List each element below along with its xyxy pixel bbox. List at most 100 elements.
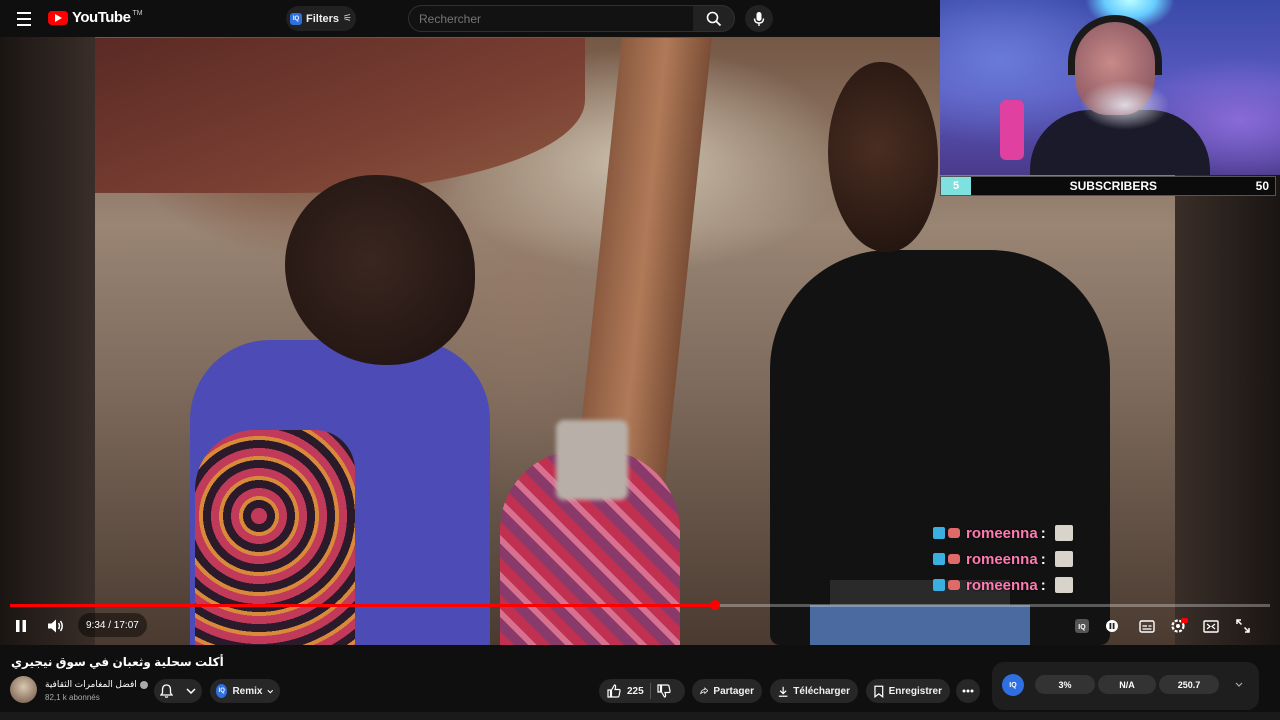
- chat-separator: :: [1040, 550, 1046, 568]
- subtitles-icon: [1139, 619, 1155, 633]
- stat-value: 250.7: [1159, 675, 1219, 694]
- like-dislike-group: 225: [599, 679, 685, 703]
- video-man-sleeve: [195, 430, 355, 645]
- chevron-down-icon: [267, 689, 274, 693]
- search-button[interactable]: [693, 5, 735, 32]
- like-count[interactable]: 225: [627, 686, 644, 697]
- webcam-vapor: [1080, 80, 1170, 130]
- chat-separator: :: [1040, 524, 1046, 542]
- iq-stats-panel: IQ 3% N/A 250.7: [992, 662, 1259, 710]
- video-jeans: [810, 605, 1030, 645]
- emote-badge-icon: [948, 580, 960, 590]
- video-woman-head: [828, 62, 938, 252]
- remix-button[interactable]: IQ Remix: [210, 679, 280, 703]
- filters-label: Filters: [306, 12, 340, 25]
- chat-emote-icon: [1054, 525, 1073, 541]
- subscribe-bell-button[interactable]: [154, 679, 202, 703]
- iq-icon: IQ: [1075, 619, 1089, 633]
- logo-text: YouTube: [72, 9, 131, 26]
- stat-na: N/A: [1098, 675, 1156, 694]
- pause-button[interactable]: [7, 612, 35, 640]
- microphone-icon: [753, 11, 765, 26]
- fullscreen-icon: [1236, 619, 1250, 633]
- youtube-play-icon: [48, 10, 68, 25]
- channel-name-text: افضل المغامرات الثقافية: [45, 679, 137, 689]
- subtitles-button[interactable]: [1133, 612, 1161, 640]
- chat-message: romeenna :: [933, 520, 1173, 546]
- fullscreen-button[interactable]: [1229, 612, 1257, 640]
- settings-button[interactable]: [1165, 612, 1193, 640]
- video-left-shade: [0, 0, 95, 645]
- progress-bar[interactable]: [10, 604, 1270, 607]
- video-roof: [95, 38, 585, 193]
- iq-icon: IQ: [290, 12, 302, 25]
- filters-button[interactable]: IQ Filters ⚟: [286, 6, 356, 31]
- channel-avatar[interactable]: [10, 676, 37, 703]
- iq-logo[interactable]: IQ: [1002, 674, 1024, 696]
- video-man-head: [285, 175, 475, 365]
- thumbs-up-icon[interactable]: [607, 684, 621, 698]
- subscriber-goal-current: 5: [941, 177, 971, 195]
- stat-percent: 3%: [1035, 675, 1095, 694]
- save-label: Enregistrer: [888, 685, 942, 697]
- more-actions-button[interactable]: [956, 679, 980, 703]
- more-horizontal-icon: [962, 689, 974, 693]
- top-bar: YouTube TM IQ Filters ⚟: [0, 0, 940, 37]
- miniplayer-button[interactable]: [1197, 612, 1225, 640]
- chevron-down-icon[interactable]: [1235, 682, 1243, 687]
- pause-toggle-button[interactable]: [1098, 612, 1126, 640]
- chat-username: romeenna: [966, 524, 1038, 542]
- share-button[interactable]: Partager: [692, 679, 762, 703]
- page-bottom-strip: [0, 712, 1280, 720]
- download-label: Télécharger: [793, 685, 850, 697]
- chat-separator: :: [1040, 576, 1046, 594]
- webcam-microphone: [1000, 100, 1024, 160]
- pause-icon: [16, 620, 26, 632]
- channel-name[interactable]: افضل المغامرات الثقافية: [45, 679, 148, 690]
- voice-search-button[interactable]: [745, 5, 773, 32]
- thumbs-down-icon[interactable]: [657, 684, 671, 698]
- chat-message: romeenna :: [933, 546, 1173, 572]
- chevron-down-icon: [186, 688, 196, 694]
- emote-badge-icon: [948, 554, 960, 564]
- bookmark-icon: [874, 685, 884, 698]
- progress-scrubber[interactable]: [710, 600, 720, 610]
- share-label: Partager: [713, 685, 754, 697]
- sliders-icon: ⚟: [343, 13, 352, 24]
- save-button[interactable]: Enregistrer: [866, 679, 950, 703]
- menu-icon[interactable]: [12, 8, 36, 30]
- chat-message: romeenna :: [933, 572, 1173, 598]
- chat-overlay: romeenna : romeenna : romeenna :: [933, 520, 1173, 598]
- chat-username: romeenna: [966, 576, 1038, 594]
- svg-text:IQ: IQ: [1078, 624, 1086, 631]
- iq-icon: IQ: [216, 684, 228, 698]
- subscriber-goal-label: SUBSCRIBERS: [1069, 179, 1157, 193]
- chat-emote-icon: [1054, 577, 1073, 593]
- chat-username: romeenna: [966, 550, 1038, 568]
- download-icon: [778, 686, 788, 697]
- volume-button[interactable]: [42, 612, 70, 640]
- logo-tm: TM: [132, 10, 143, 17]
- moderator-badge-icon: [933, 579, 945, 591]
- streamer-webcam: [940, 0, 1280, 175]
- subscriber-count: 82,1 k abonnés: [45, 693, 100, 702]
- like-separator: [649, 683, 651, 699]
- youtube-logo[interactable]: YouTube TM: [48, 9, 143, 26]
- subscriber-goal-target: 50: [1255, 179, 1269, 193]
- video-title: أكلت سحلية وثعبان في سوق نيجيري: [11, 655, 224, 669]
- download-button[interactable]: Télécharger: [770, 679, 858, 703]
- search-icon: [706, 11, 721, 26]
- gear-icon: [1171, 618, 1188, 633]
- video-blurred-face: [556, 420, 628, 500]
- bell-icon: [160, 684, 174, 698]
- search-input[interactable]: [408, 5, 694, 32]
- progress-played: [10, 604, 715, 607]
- moderator-badge-icon: [933, 527, 945, 539]
- share-icon: [700, 687, 709, 695]
- emote-badge-icon: [948, 528, 960, 538]
- chat-emote-icon: [1054, 551, 1073, 567]
- miniplayer-icon: [1203, 619, 1219, 633]
- iq-player-button[interactable]: IQ: [1068, 612, 1096, 640]
- moderator-badge-icon: [933, 553, 945, 565]
- pause-circle-icon: [1106, 620, 1118, 632]
